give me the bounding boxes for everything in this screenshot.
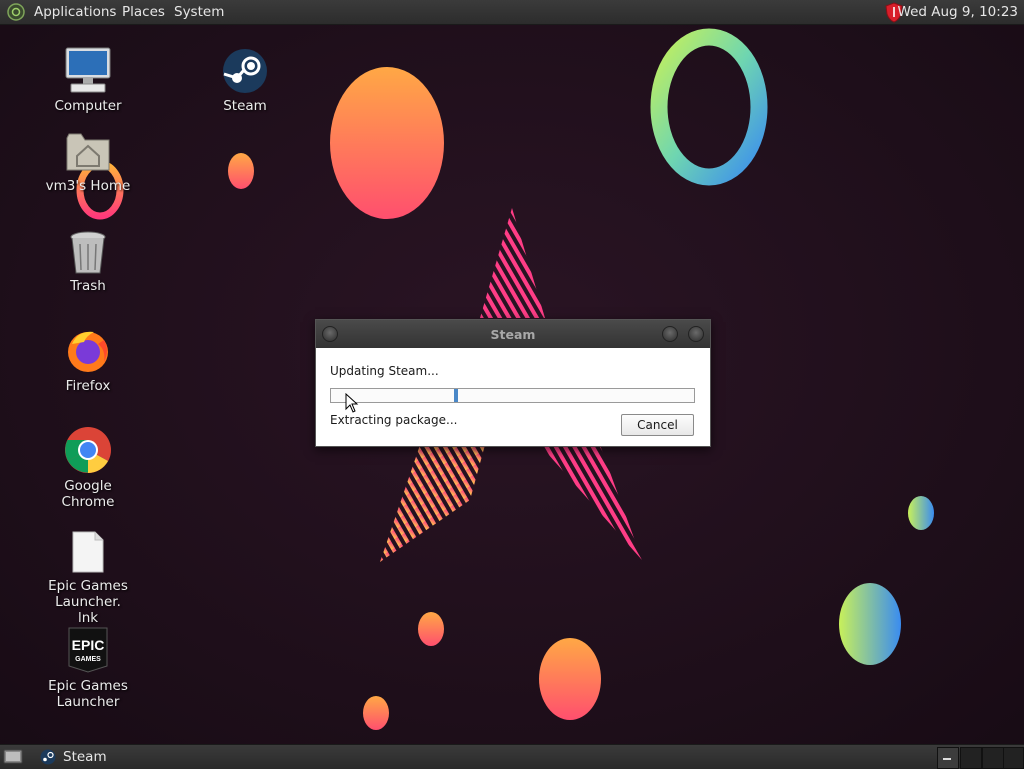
close-button[interactable]	[688, 326, 704, 342]
mouse-cursor-icon	[345, 393, 359, 413]
desktop-icon-label: Steam	[223, 98, 267, 114]
desktop-icon-chrome[interactable]: Google Chrome	[38, 426, 138, 510]
progress-marker	[454, 389, 458, 402]
desktop-icon-label: Computer	[54, 98, 122, 114]
top-panel: Applications Places System Wed Aug 9, 10…	[0, 0, 1024, 25]
distro-logo-icon[interactable]	[7, 3, 25, 21]
desktop-icon-firefox[interactable]: Firefox	[38, 326, 138, 402]
bottom-taskbar: Steam	[0, 744, 1024, 769]
update-substatus-text: Extracting package...	[330, 413, 458, 427]
epic-games-icon: EPIC GAMES	[68, 627, 108, 673]
show-desktop-icon[interactable]	[3, 748, 23, 765]
workspace-3[interactable]	[982, 747, 1004, 769]
update-progress-bar	[330, 388, 695, 403]
home-folder-icon	[66, 133, 110, 171]
taskbar-item-steam[interactable]: Steam	[36, 746, 176, 768]
desktop-icon-epic-lnk[interactable]: Epic Games Launcher. lnk	[18, 528, 158, 626]
chrome-icon	[65, 427, 111, 473]
desktop-icon-epic[interactable]: EPIC GAMES Epic Games Launcher	[18, 626, 158, 710]
steam-icon	[40, 749, 56, 765]
taskbar-item-label: Steam	[63, 749, 107, 765]
desktop-icon-computer[interactable]: Computer	[38, 44, 138, 120]
desktop-icon-label: Trash	[70, 278, 106, 294]
dialog-titlebar[interactable]: Steam	[316, 320, 710, 348]
dialog-title: Steam	[490, 327, 536, 342]
desktop-icon-label: Firefox	[65, 378, 111, 394]
desktop-icon-label: Epic Games Launcher	[48, 678, 128, 710]
active-window-marker	[943, 758, 951, 760]
minimize-button[interactable]	[662, 326, 678, 342]
cancel-button[interactable]: Cancel	[621, 414, 694, 436]
applications-menu[interactable]: Applications	[34, 4, 116, 20]
desktop-icon-trash[interactable]: Trash	[38, 228, 138, 304]
desktop-icon-steam[interactable]: Steam	[195, 48, 295, 118]
svg-text:EPIC: EPIC	[72, 637, 105, 653]
workspace-2[interactable]	[960, 747, 982, 769]
desktop-icon-home[interactable]: vm3's Home	[38, 128, 138, 204]
places-menu[interactable]: Places	[122, 4, 165, 20]
update-status-text: Updating Steam...	[330, 364, 439, 378]
clock[interactable]: Wed Aug 9, 10:23	[898, 4, 1018, 20]
system-menu[interactable]: System	[174, 4, 224, 20]
workspace-1[interactable]	[937, 747, 959, 769]
trash-icon	[70, 231, 106, 274]
file-icon	[72, 531, 104, 573]
desktop-icon-label: Google Chrome	[61, 478, 115, 510]
desktop-icon-label: vm3's Home	[45, 178, 131, 194]
steam-update-dialog: Steam Updating Steam... Extracting packa…	[315, 319, 711, 447]
svg-text:GAMES: GAMES	[75, 656, 101, 663]
desktop-icon-label: Epic Games Launcher. lnk	[48, 578, 128, 626]
workspace-4[interactable]	[1003, 747, 1024, 769]
computer-icon	[65, 47, 111, 93]
steam-icon	[223, 49, 267, 93]
firefox-icon	[68, 331, 108, 372]
